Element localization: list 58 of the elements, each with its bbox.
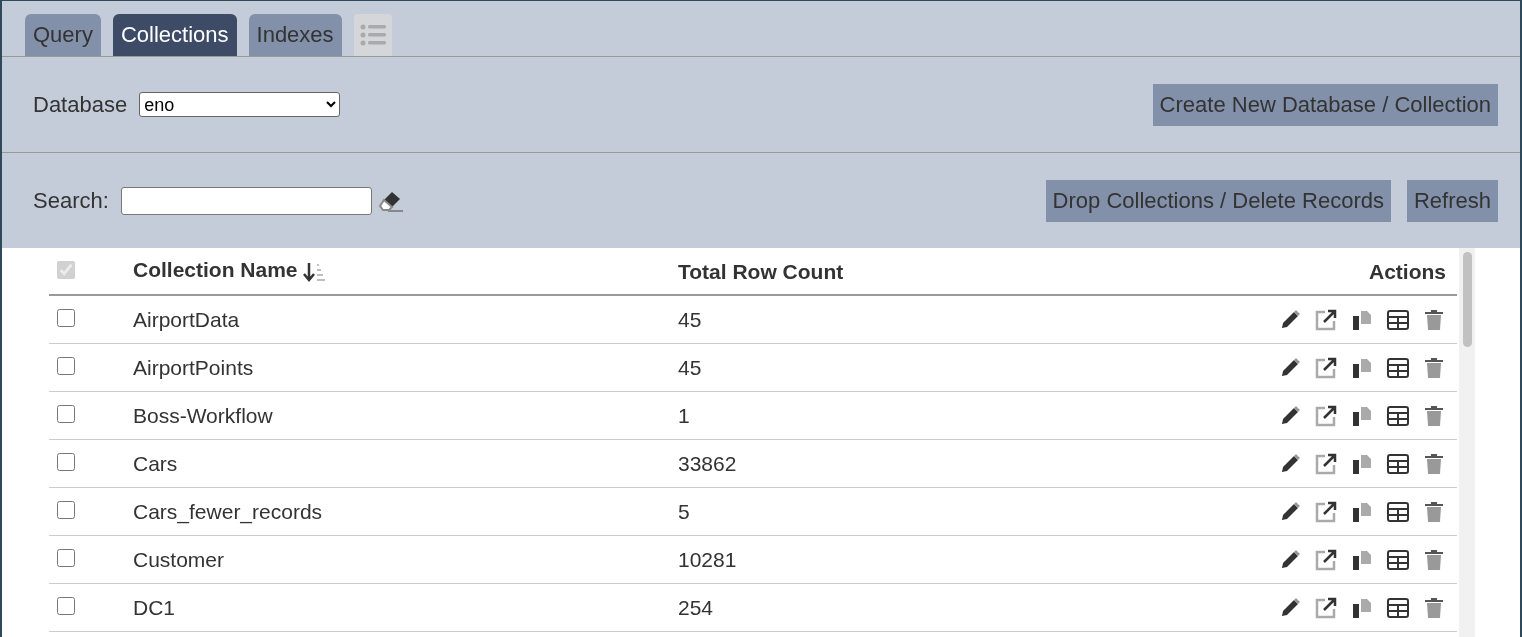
table-icon[interactable] (1386, 403, 1410, 428)
row-checkbox[interactable] (57, 453, 75, 471)
database-label: Database (33, 91, 128, 118)
collection-name: AirportData (133, 308, 240, 331)
collection-name: AirportPoints (133, 356, 254, 379)
external-link-icon[interactable] (1314, 499, 1338, 524)
column-header[interactable]: Collection Name (133, 258, 298, 282)
create-database-button[interactable]: Create New Database / Collection (1152, 83, 1498, 126)
external-link-icon[interactable] (1314, 307, 1338, 332)
table-icon[interactable] (1386, 355, 1410, 380)
row-count: 45 (678, 356, 702, 379)
scrollbar[interactable] (1459, 248, 1475, 637)
collection-name: DC1 (133, 596, 175, 619)
table-icon[interactable] (1386, 595, 1410, 620)
column-header: Actions (1369, 259, 1446, 283)
external-link-icon[interactable] (1314, 595, 1338, 620)
collection-name: Boss-Workflow (133, 404, 273, 427)
trash-icon[interactable] (1422, 307, 1446, 332)
row-count: 33862 (678, 452, 737, 475)
table-icon[interactable] (1386, 499, 1410, 524)
trash-icon[interactable] (1422, 355, 1446, 380)
search-field[interactable] (120, 186, 372, 215)
row-checkbox[interactable] (57, 405, 75, 423)
row-checkbox[interactable] (57, 357, 75, 375)
external-link-icon[interactable] (1314, 547, 1338, 572)
external-link-icon[interactable] (1314, 451, 1338, 476)
column-header[interactable]: Total Row Count (678, 259, 844, 283)
row-count: 45 (678, 308, 702, 331)
row-count: 1 (678, 404, 690, 427)
row-checkbox[interactable] (57, 309, 75, 327)
collection-name: Cars (133, 452, 178, 475)
action-button[interactable]: Refresh (1406, 179, 1498, 222)
row-checkbox[interactable] (57, 597, 75, 615)
row-count: 254 (678, 596, 714, 619)
trash-icon[interactable] (1422, 499, 1446, 524)
search-label: Search: (33, 187, 109, 214)
trash-icon[interactable] (1422, 451, 1446, 476)
collection-name: Cars_fewer_records (133, 500, 323, 523)
tab[interactable]: Indexes (248, 14, 342, 56)
action-button[interactable]: Drop Collections / Delete Records (1045, 179, 1391, 222)
trash-icon[interactable] (1422, 595, 1446, 620)
table-icon[interactable] (1386, 307, 1410, 332)
row-checkbox[interactable] (57, 501, 75, 519)
tab[interactable]: Collections (112, 14, 237, 56)
trash-icon[interactable] (1422, 547, 1446, 572)
table-icon[interactable] (1386, 547, 1410, 572)
table-icon[interactable] (1386, 451, 1410, 476)
sort-descending-icon[interactable] (303, 260, 328, 283)
external-link-icon[interactable] (1314, 355, 1338, 380)
tab[interactable]: Query (25, 14, 101, 56)
eraser-icon[interactable] (377, 189, 404, 212)
row-count: 5 (678, 500, 690, 523)
database-dropdown[interactable]: eno (139, 92, 341, 117)
collection-name: Customer (133, 548, 225, 571)
row-checkbox[interactable] (57, 549, 75, 567)
row-count: 10281 (678, 548, 737, 571)
trash-icon[interactable] (1422, 403, 1446, 428)
external-link-icon[interactable] (1314, 403, 1338, 428)
